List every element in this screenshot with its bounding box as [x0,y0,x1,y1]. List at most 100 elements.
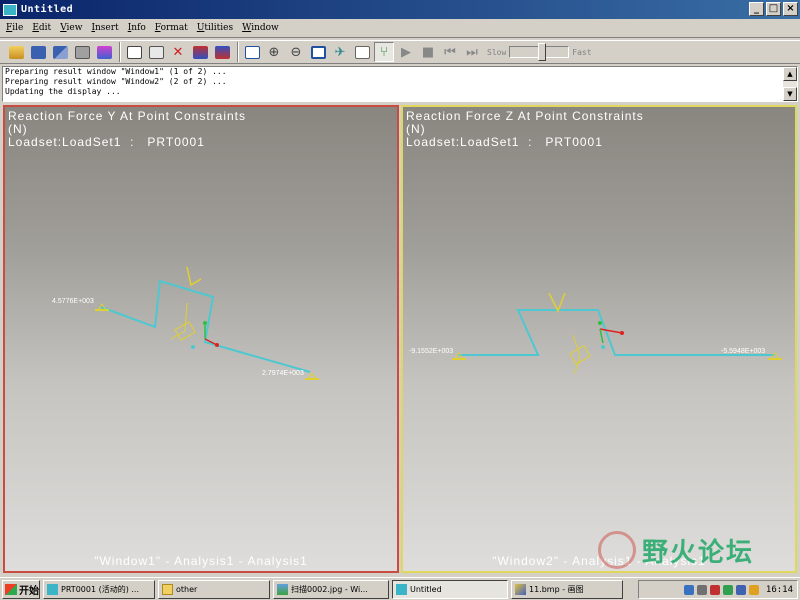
tray-app-icon[interactable] [722,584,733,595]
tray-network-icon[interactable] [683,584,694,595]
menu-edit[interactable]: Edit [32,23,51,33]
system-tray: 16:14 [638,580,798,599]
folder-icon [162,583,173,595]
insert-window-icon [192,45,208,59]
menu-utilities[interactable]: Utilities [197,23,233,33]
copy-button[interactable] [146,42,166,62]
taskbar: 开始 PRT0001 (活动的) ... other 扫描0002.jpg - … [0,577,800,600]
fit-icon [244,45,260,59]
load-arrow [548,292,566,313]
paint-icon [515,583,526,595]
refit-icon [310,45,326,59]
toolbar: ✕ ⊕ ⊖ ✈ ⑂ ▶ ■ ⏮ ⏭ Slow Fast [0,40,800,64]
stop-button[interactable]: ■ [418,42,438,62]
proe-icon [47,583,58,595]
delete-button[interactable]: ✕ [168,42,188,62]
window-controls: _ □ × [749,2,798,16]
menu-view[interactable]: View [60,23,82,33]
step-icon: ⏭ [466,44,478,60]
refit-button[interactable] [308,42,328,62]
graph-button[interactable]: ⑂ [374,42,394,62]
edit-button[interactable] [124,42,144,62]
task-button-untitled[interactable]: Untitled [392,579,508,599]
task-label: 扫描0002.jpg - Wi... [291,584,368,594]
task-button-prt0001[interactable]: PRT0001 (活动的) ... [43,579,155,599]
result-window-1[interactable]: 4.5776E+003 2.7974E+003 Reaction Force Y… [3,105,399,573]
tray-security-icon[interactable] [709,584,720,595]
annotate-button[interactable] [352,42,372,62]
notebook-icon [96,45,112,59]
edit-window-button[interactable] [212,42,232,62]
maximize-button[interactable]: □ [766,2,781,16]
save-copy-icon [52,45,68,59]
save-copy-button[interactable] [50,42,70,62]
result-window-2[interactable]: -9.1552E+003 -5.5948E+003 Reaction Force… [401,105,797,573]
menu-info[interactable]: Info [128,23,146,33]
open-button[interactable] [6,42,26,62]
save-button[interactable] [28,42,48,62]
open-icon [8,45,24,59]
zoom-in-button[interactable]: ⊕ [264,42,284,62]
message-scrollbar[interactable]: ▲ ▼ [783,67,797,101]
tray-volume-icon[interactable] [696,584,707,595]
fit-button[interactable] [242,42,262,62]
window1-loadset: Loadset:LoadSet1 : PRT0001 [8,135,205,149]
window2-loadset: Loadset:LoadSet1 : PRT0001 [406,135,603,149]
message-line: Preparing result window "Window2" (2 of … [5,77,227,86]
start-label: 开始 [19,585,39,597]
zoom-out-button[interactable]: ⊖ [286,42,306,62]
start-button[interactable]: 开始 [2,579,40,599]
toolbar-separator [119,42,121,62]
copy-icon [148,45,164,59]
app-icon [3,3,17,16]
clock: 16:14 [765,584,793,595]
print-icon [74,45,90,59]
play-button[interactable]: ▶ [396,42,416,62]
window1-model-view: 4.5776E+003 2.7974E+003 [52,266,319,380]
edit-icon [126,45,142,59]
menu-file[interactable]: File [6,23,23,33]
window1-unit: (N) [8,122,28,136]
message-line: Updating the display ... [5,87,121,96]
tray-update-icon[interactable] [748,584,759,595]
menu-window[interactable]: Window [242,23,279,33]
task-label: other [176,584,198,594]
speed-slider[interactable] [509,43,570,61]
notebook-button[interactable] [94,42,114,62]
speed-slider-thumb[interactable] [538,43,547,61]
orient-button[interactable]: ✈ [330,42,350,62]
delete-icon: ✕ [172,44,184,60]
title-bar[interactable]: Untitled _ □ × [0,0,800,19]
scroll-down-icon[interactable]: ▼ [783,87,797,101]
scroll-up-icon[interactable]: ▲ [783,67,797,81]
task-label: PRT0001 (活动的) ... [61,584,140,594]
task-button-paint[interactable]: 11.bmp - 画图 [511,579,623,599]
reaction-value-label: 4.5776E+003 [52,298,94,305]
menu-insert[interactable]: Insert [91,23,118,33]
rewind-button[interactable]: ⏮ [440,42,460,62]
window2-title: Reaction Force Z At Point Constraints [406,109,644,123]
task-button-other[interactable]: other [158,579,270,599]
window2-unit: (N) [406,122,426,136]
menu-bar: File Edit View Insert Info Format Utilit… [0,19,800,38]
watermark-text: 野火论坛 [642,537,755,568]
coordinate-system [569,321,624,374]
close-button[interactable]: × [783,2,798,16]
menu-format[interactable]: Format [155,23,188,33]
edit-window-icon [214,45,230,59]
annotate-icon [354,45,370,59]
task-label: 11.bmp - 画图 [529,584,584,594]
tray-input-icon[interactable] [735,584,746,595]
slow-label: Slow [487,47,507,57]
task-button-image-viewer[interactable]: 扫描0002.jpg - Wi... [273,579,389,599]
window-title: Untitled [21,4,74,15]
fast-label: Fast [572,47,592,57]
print-button[interactable] [72,42,92,62]
step-button[interactable]: ⏭ [462,42,482,62]
forum-watermark: 野火论坛 [598,528,794,572]
reaction-value-label: -9.1552E+003 [409,348,453,355]
graph-icon: ⑂ [380,44,388,60]
minimize-button[interactable]: _ [749,2,764,16]
insert-window-button[interactable] [190,42,210,62]
zoom-in-icon: ⊕ [268,44,280,60]
